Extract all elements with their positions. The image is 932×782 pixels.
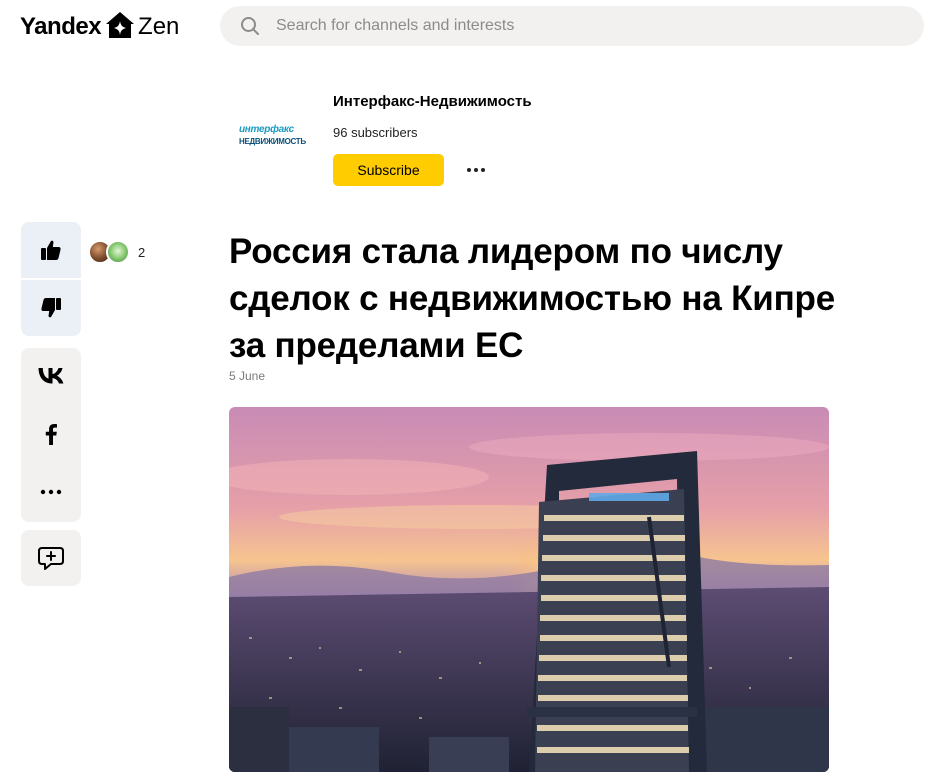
- more-dot: [474, 168, 478, 172]
- comment-button-inner[interactable]: [21, 530, 81, 586]
- more-dot: [467, 168, 471, 172]
- subscriber-count: 96 subscribers: [333, 125, 418, 140]
- share-more-button[interactable]: [21, 464, 81, 520]
- add-comment-icon: [38, 547, 64, 570]
- like-button[interactable]: [21, 222, 81, 278]
- channel-logo-line2: НЕДВИЖИМОСТЬ: [239, 136, 306, 146]
- article-hero-image[interactable]: [229, 407, 829, 772]
- channel-name[interactable]: Интерфакс-Недвижимость: [333, 93, 532, 110]
- yandex-zen-logo[interactable]: Yandex Zen: [20, 10, 179, 44]
- more-dot: [481, 168, 485, 172]
- thumbs-up-icon: [41, 240, 61, 260]
- subscribe-button[interactable]: Subscribe: [333, 154, 444, 186]
- hero-photo-tower: [229, 407, 829, 772]
- article-date: 5 June: [229, 369, 266, 383]
- share-vk-button[interactable]: [21, 348, 81, 404]
- likers[interactable]: 2: [88, 240, 145, 264]
- like-button-inner[interactable]: [21, 222, 81, 278]
- share-facebook-button[interactable]: [21, 406, 81, 462]
- likes-count: 2: [138, 244, 146, 260]
- facebook-icon: [45, 424, 57, 445]
- search-icon: [241, 17, 259, 35]
- thumbs-down-icon: [41, 298, 61, 318]
- more-icon: [40, 489, 62, 495]
- comment-button[interactable]: [21, 530, 81, 586]
- share-panel: [21, 348, 81, 522]
- search-bar[interactable]: Search for channels and interests: [220, 6, 924, 46]
- dislike-button-inner[interactable]: [21, 280, 81, 336]
- vk-icon: [38, 368, 64, 384]
- avatar: [106, 240, 130, 264]
- channel-logo[interactable]: интерфакс НЕДВИЖИМОСТЬ: [229, 92, 315, 178]
- channel-more-button[interactable]: [462, 160, 490, 180]
- search-placeholder[interactable]: Search for channels and interests: [276, 17, 514, 35]
- logo-zen-text: Zen: [138, 13, 180, 40]
- article-title: Россия стала лидером по числу сделок с н…: [229, 232, 835, 365]
- channel-logo-line1: интерфакс: [239, 123, 294, 135]
- zen-house-icon: [106, 12, 135, 38]
- dislike-button[interactable]: [21, 280, 81, 336]
- logo-yandex-text: Yandex: [20, 13, 102, 40]
